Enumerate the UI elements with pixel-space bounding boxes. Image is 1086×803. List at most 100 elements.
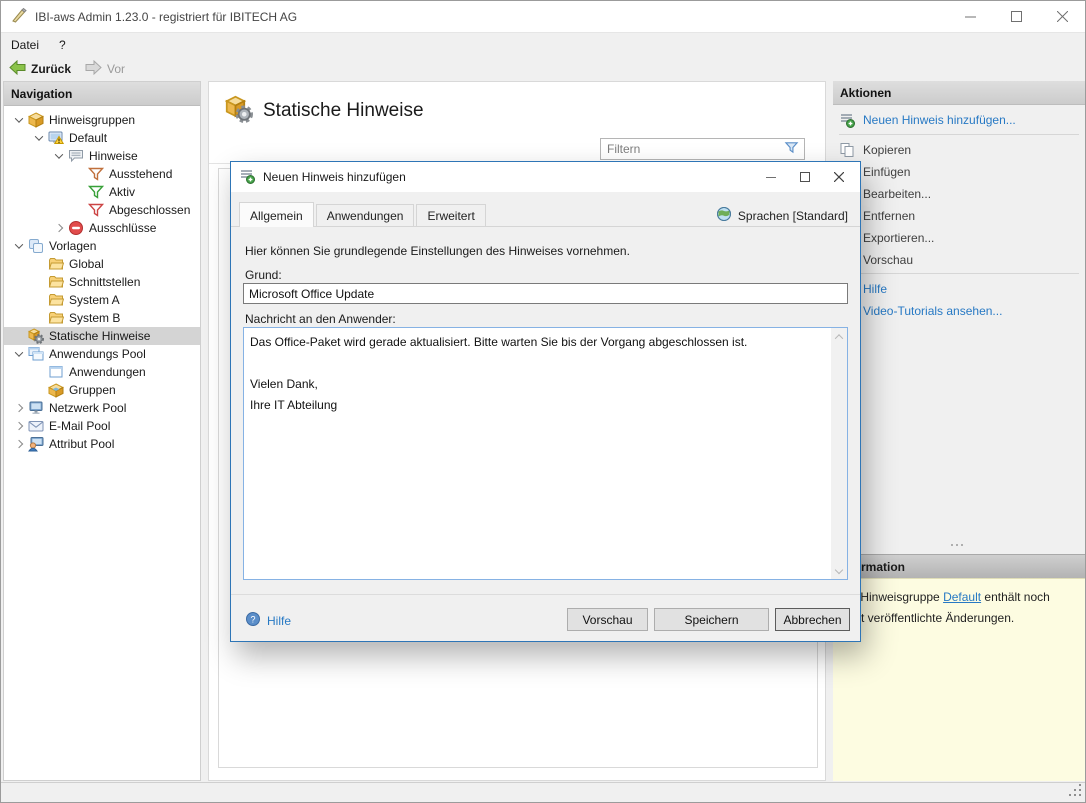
grund-input[interactable] xyxy=(243,283,848,304)
nav-item-hinweisgruppen[interactable]: Hinweisgruppen xyxy=(4,111,200,129)
action-label: Video-Tutorials ansehen... xyxy=(863,304,1002,318)
actions-header: Aktionen xyxy=(833,81,1085,105)
maximize-icon[interactable] xyxy=(993,1,1039,32)
nav-item-attribut-pool[interactable]: Attribut Pool xyxy=(4,435,200,453)
chevron-spacer xyxy=(32,293,46,307)
nav-item-ausschluesse[interactable]: Ausschlüsse xyxy=(4,219,200,237)
speichern-button[interactable]: Speichern xyxy=(654,608,769,631)
svg-text:?: ? xyxy=(250,615,255,625)
action-label: Einfügen xyxy=(863,165,910,179)
copy-icon xyxy=(839,142,855,158)
back-button[interactable]: Zurück xyxy=(9,60,71,78)
action-einfuegen[interactable]: Einfügen xyxy=(833,162,1085,182)
menu-bar: Datei ? xyxy=(1,34,1085,56)
nav-item-anwendungs-pool[interactable]: Anwendungs Pool xyxy=(4,345,200,363)
action-exportieren[interactable]: Exportieren... xyxy=(833,228,1085,248)
page-title: Statische Hinweise xyxy=(263,100,424,122)
chevron-down-icon[interactable] xyxy=(12,347,26,361)
tab-erweitert[interactable]: Erweitert xyxy=(416,204,485,227)
menu-datei[interactable]: Datei xyxy=(1,36,49,54)
tab-anwendungen[interactable]: Anwendungen xyxy=(316,204,415,227)
languages-selector[interactable]: Sprachen [Standard] xyxy=(716,206,848,225)
maximize-icon[interactable] xyxy=(788,162,822,192)
action-add-hint[interactable]: Neuen Hinweis hinzufügen... xyxy=(833,110,1085,130)
nav-item-global[interactable]: Global xyxy=(4,255,200,273)
action-video-tutorials[interactable]: Video-Tutorials ansehen... xyxy=(833,301,1085,321)
minimize-icon[interactable] xyxy=(754,162,788,192)
message-text[interactable]: Das Office-Paket wird gerade aktualisier… xyxy=(244,328,830,579)
action-bearbeiten[interactable]: Bearbeiten... xyxy=(833,184,1085,204)
mail-icon xyxy=(28,418,44,434)
action-hilfe[interactable]: ? Hilfe xyxy=(833,279,1085,299)
nav-item-anwendungen[interactable]: Anwendungen xyxy=(4,363,200,381)
nav-item-label: Hinweisgruppen xyxy=(49,111,135,129)
nav-item-system-b[interactable]: System B xyxy=(4,309,200,327)
grund-label: Grund: xyxy=(245,268,282,282)
scroll-down-icon[interactable] xyxy=(831,562,847,578)
action-kopieren[interactable]: Kopieren xyxy=(833,140,1085,160)
nav-item-label: Default xyxy=(69,129,107,147)
funnel-green-icon xyxy=(88,184,104,200)
dialog-help-link[interactable]: ? Hilfe xyxy=(245,611,291,630)
dialog-title: Neuen Hinweis hinzufügen xyxy=(263,170,406,184)
filter-icon[interactable] xyxy=(784,140,799,158)
chevron-spacer xyxy=(12,329,26,343)
menu-help[interactable]: ? xyxy=(49,36,76,54)
abbrechen-button[interactable]: Abbrechen xyxy=(775,608,850,631)
nav-item-label: System A xyxy=(69,291,120,309)
nav-item-hinweise[interactable]: Hinweise xyxy=(4,147,200,165)
message-textarea[interactable]: Das Office-Paket wird gerade aktualisier… xyxy=(243,327,848,580)
resize-grip-icon[interactable] xyxy=(1069,784,1082,800)
message-scrollbar[interactable] xyxy=(831,328,847,579)
splitter-grip[interactable] xyxy=(951,544,963,546)
package-icon xyxy=(28,112,44,128)
tab-allgemein[interactable]: Allgemein xyxy=(239,202,314,227)
chevron-down-icon[interactable] xyxy=(12,113,26,127)
nav-item-statische-hinweise[interactable]: Statische Hinweise xyxy=(4,327,200,345)
action-label: Hilfe xyxy=(863,282,887,296)
close-icon[interactable] xyxy=(822,162,856,192)
forward-button[interactable]: Vor xyxy=(85,60,125,78)
chevron-down-icon[interactable] xyxy=(52,149,66,163)
back-icon xyxy=(9,60,26,78)
action-entfernen[interactable]: Entfernen xyxy=(833,206,1085,226)
comment-icon xyxy=(68,148,84,164)
chevron-right-icon[interactable] xyxy=(12,401,26,415)
user-monitor-icon xyxy=(28,436,44,452)
chevron-down-icon[interactable] xyxy=(12,239,26,253)
chevron-right-icon[interactable] xyxy=(12,419,26,433)
languages-label: Sprachen [Standard] xyxy=(738,209,848,223)
add-hint-dialog: Neuen Hinweis hinzufügen Allgemein Anwen… xyxy=(230,161,861,642)
nav-item-netzwerk-pool[interactable]: Netzwerk Pool xyxy=(4,399,200,417)
navigation-tree: Hinweisgruppen Default Hinweise Ausstehe… xyxy=(4,106,200,453)
nav-item-label: Aktiv xyxy=(109,183,135,201)
chevron-right-icon[interactable] xyxy=(52,221,66,235)
action-vorschau[interactable]: Vorschau xyxy=(833,250,1085,270)
navigation-panel: Navigation Hinweisgruppen Default Hinwei… xyxy=(3,81,201,781)
back-label: Zurück xyxy=(31,62,71,76)
chevron-down-icon[interactable] xyxy=(32,131,46,145)
nav-item-label: Attribut Pool xyxy=(49,435,114,453)
nav-item-ausstehend[interactable]: Ausstehend xyxy=(4,165,200,183)
chevron-right-icon[interactable] xyxy=(12,437,26,451)
vorschau-button[interactable]: Vorschau xyxy=(567,608,648,631)
nav-item-aktiv[interactable]: Aktiv xyxy=(4,183,200,201)
nav-item-system-a[interactable]: System A xyxy=(4,291,200,309)
nav-item-schnittstellen[interactable]: Schnittstellen xyxy=(4,273,200,291)
default-group-link[interactable]: Default xyxy=(943,590,981,604)
nav-item-gruppen[interactable]: Gruppen xyxy=(4,381,200,399)
chevron-spacer xyxy=(32,311,46,325)
close-icon[interactable] xyxy=(1039,1,1085,32)
chevron-spacer xyxy=(72,167,86,181)
nav-item-email-pool[interactable]: E-Mail Pool xyxy=(4,417,200,435)
scroll-up-icon[interactable] xyxy=(831,329,847,345)
nav-item-default[interactable]: Default xyxy=(4,129,200,147)
nav-item-abgeschlossen[interactable]: Abgeschlossen xyxy=(4,201,200,219)
nav-toolbar: Zurück Vor xyxy=(1,56,1085,81)
navigation-header: Navigation xyxy=(4,82,200,106)
filter-input[interactable] xyxy=(601,142,784,156)
nav-item-label: Vorlagen xyxy=(49,237,96,255)
minimize-icon[interactable] xyxy=(947,1,993,32)
globe-icon xyxy=(716,206,732,225)
nav-item-vorlagen[interactable]: Vorlagen xyxy=(4,237,200,255)
